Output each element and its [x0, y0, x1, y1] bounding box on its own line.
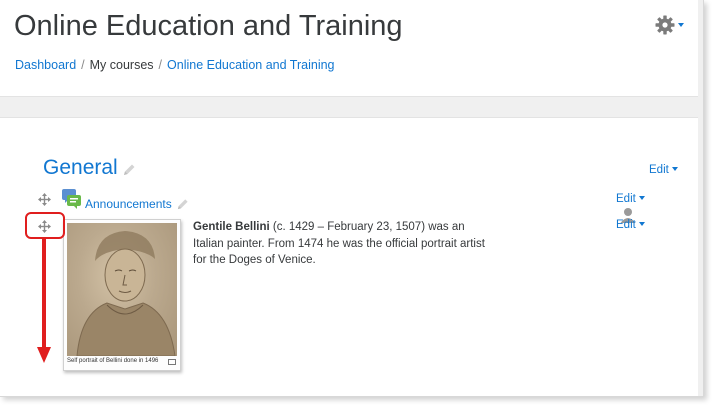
- caret-down-icon: [638, 222, 645, 226]
- activity-edit-label: Edit: [616, 193, 636, 205]
- caption-expand-icon: [168, 359, 176, 365]
- breadcrumb-course[interactable]: Online Education and Training: [167, 58, 334, 72]
- breadcrumb-separator: /: [158, 58, 163, 72]
- portrait-sketch: [76, 231, 176, 356]
- annotation-arrow-head: [37, 347, 51, 363]
- section-title[interactable]: General: [43, 156, 118, 180]
- gear-icon: [655, 15, 675, 35]
- caret-down-icon: [671, 167, 678, 171]
- browser-frame: Online Education and Training Dashboard …: [0, 0, 704, 397]
- settings-menu-button[interactable]: [654, 14, 686, 36]
- label-edit-label: Edit: [616, 219, 636, 231]
- breadcrumb: Dashboard / My courses / Online Education an…: [15, 58, 335, 72]
- activity-edit-menu[interactable]: Edit: [616, 193, 645, 205]
- breadcrumb-dashboard[interactable]: Dashboard: [15, 58, 76, 72]
- page-header: Online Education and Training Dashboard …: [0, 0, 698, 97]
- caret-down-icon: [638, 196, 645, 200]
- section-edit-menu[interactable]: Edit: [649, 164, 678, 176]
- section-edit-label: Edit: [649, 164, 669, 176]
- breadcrumb-my-courses: My courses: [89, 58, 154, 72]
- pencil-icon[interactable]: [176, 198, 189, 211]
- forum-icon: [62, 189, 81, 209]
- activity-announcements-link[interactable]: Announcements: [85, 197, 172, 211]
- portrait-image: Self portrait of Bellini done in 1496: [63, 219, 181, 371]
- move-icon[interactable]: [38, 193, 51, 206]
- page-title: Online Education and Training: [14, 10, 403, 42]
- image-caption: Self portrait of Bellini done in 1496: [67, 358, 159, 364]
- annotation-highlight-box: [25, 212, 65, 239]
- label-edit-menu[interactable]: Edit: [616, 219, 645, 231]
- portrait-drawing: [67, 223, 177, 356]
- pencil-icon[interactable]: [122, 163, 136, 177]
- label-bold-name: Gentile Bellini: [193, 221, 270, 233]
- course-content: General Edit Announcements Edit Edit Sel…: [0, 117, 698, 396]
- caret-down-icon: [678, 23, 684, 27]
- breadcrumb-separator: /: [81, 58, 85, 72]
- label-text: Gentile Bellini (c. 1429 – February 23, …: [193, 219, 493, 269]
- annotation-arrow-line: [42, 239, 46, 349]
